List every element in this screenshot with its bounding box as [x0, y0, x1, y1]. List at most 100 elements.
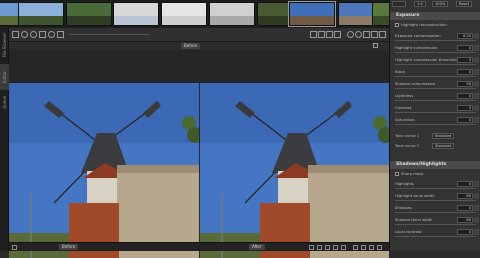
sh-local-contrast-row[interactable]: Local contrast 0 [392, 229, 479, 238]
channel-green-icon[interactable] [318, 31, 325, 38]
hc-threshold-slider[interactable] [395, 64, 476, 65]
channel-luminance-icon[interactable] [334, 31, 341, 38]
sharp-mask-checkbox[interactable] [395, 172, 399, 176]
sh-local-contrast-value[interactable]: 0 [457, 229, 473, 235]
exposure-section-header[interactable]: Exposure [390, 12, 480, 20]
contrast-spin[interactable] [474, 105, 479, 111]
sh-highlight-width-value[interactable]: 80 [457, 193, 473, 199]
before-mode-pill[interactable]: Before [181, 43, 201, 49]
highlight-reconstruction-row[interactable]: Highlight reconstruction [392, 22, 479, 31]
hc-threshold-value[interactable]: 0 [457, 57, 473, 63]
close-compare-icon[interactable] [373, 43, 378, 48]
tone-curve-2-row[interactable]: Tone curve 2 Standard [392, 143, 479, 152]
zoom-in-icon[interactable] [325, 245, 330, 250]
hc-threshold-spin[interactable] [474, 57, 479, 63]
rotate-left-icon[interactable] [347, 31, 354, 38]
sh-shadow-width-spin[interactable] [474, 217, 479, 223]
sh-shadows-row[interactable]: Shadows 0 [392, 205, 479, 214]
undo-icon[interactable] [371, 31, 378, 38]
sh-local-contrast-slider[interactable] [395, 236, 476, 237]
lightness-value[interactable]: 0 [457, 93, 473, 99]
film-thumbnail[interactable] [161, 2, 207, 26]
saturation-spin[interactable] [474, 117, 479, 123]
color-picker-icon[interactable] [30, 31, 37, 38]
sh-shadow-width-row[interactable]: Shadow tonal width 80 [392, 217, 479, 226]
histogram-toggle-icon[interactable] [12, 245, 17, 250]
tone-curve-1-mode[interactable]: Standard [432, 133, 455, 139]
hand-tool-icon[interactable] [12, 31, 19, 38]
reset-button[interactable]: Reset [456, 1, 473, 7]
sh-local-contrast-spin[interactable] [474, 229, 479, 235]
new-detail-window-icon[interactable] [341, 245, 346, 250]
black-value[interactable]: 0 [457, 69, 473, 75]
sh-highlights-spin[interactable] [474, 181, 479, 187]
contrast-value[interactable]: 0 [457, 105, 473, 111]
sh-highlight-width-row[interactable]: Highlight tonal width 80 [392, 193, 479, 202]
sh-highlights-row[interactable]: Highlights 0 [392, 181, 479, 190]
highlight-compression-spin[interactable] [474, 45, 479, 51]
flip-icon[interactable] [363, 31, 370, 38]
exposure-value[interactable]: 0.00 [457, 33, 473, 39]
sh-shadows-value[interactable]: 0 [457, 205, 473, 211]
zoom-selector[interactable]: 100% [432, 1, 449, 7]
shadow-compression-row[interactable]: Shadow compression 50 [392, 81, 479, 90]
preview-icon[interactable] [57, 31, 64, 38]
sh-highlights-value[interactable]: 0 [457, 181, 473, 187]
black-slider[interactable] [395, 76, 476, 77]
tone-curve-2-mode[interactable]: Standard [432, 143, 455, 149]
tab-file-browser[interactable]: File Browser [0, 28, 9, 62]
straighten-icon[interactable] [48, 31, 55, 38]
external-editor-icon[interactable] [369, 245, 374, 250]
sh-shadow-width-value[interactable]: 80 [457, 217, 473, 223]
sh-highlights-slider[interactable] [395, 188, 476, 189]
highlight-compression-row[interactable]: Highlight compression 0 [392, 45, 479, 54]
tone-curve-1-row[interactable]: Tone curve 1 Standard [392, 133, 479, 142]
lightness-slider[interactable] [395, 100, 476, 101]
highlight-compression-value[interactable]: 0 [457, 45, 473, 51]
shadow-compression-slider[interactable] [395, 88, 476, 89]
sh-highlight-width-slider[interactable] [395, 200, 476, 201]
film-thumbnail[interactable] [18, 2, 64, 26]
fullscreen-icon[interactable] [377, 245, 382, 250]
sh-shadows-spin[interactable] [474, 205, 479, 211]
black-row[interactable]: Black 0 [392, 69, 479, 78]
channel-red-icon[interactable] [310, 31, 317, 38]
panel-tab-button[interactable] [392, 1, 406, 7]
crop-icon[interactable] [39, 31, 46, 38]
film-thumbnail[interactable] [209, 2, 255, 26]
rotate-right-icon[interactable] [355, 31, 362, 38]
shadows-highlights-section-header[interactable]: Shadows/Highlights [390, 161, 480, 169]
queue-image-icon[interactable] [361, 245, 366, 250]
film-thumbnail-selected[interactable] [288, 1, 336, 27]
zoom-out-icon[interactable] [317, 245, 322, 250]
film-thumbnail[interactable] [113, 2, 159, 26]
lightness-spin[interactable] [474, 93, 479, 99]
saturation-slider[interactable] [395, 124, 476, 125]
exposure-spin[interactable] [474, 33, 479, 39]
redo-icon[interactable] [379, 31, 386, 38]
tab-editor[interactable]: Editor [0, 64, 9, 90]
channel-blue-icon[interactable] [326, 31, 333, 38]
sh-shadows-slider[interactable] [395, 212, 476, 213]
film-thumbnail[interactable] [66, 2, 112, 26]
white-balance-icon[interactable] [21, 31, 28, 38]
black-spin[interactable] [474, 69, 479, 75]
saturation-row[interactable]: Saturation 0 [392, 117, 479, 126]
save-image-icon[interactable] [353, 245, 358, 250]
zoom-fit-icon[interactable] [309, 245, 314, 250]
sh-highlight-width-spin[interactable] [474, 193, 479, 199]
tab-queue[interactable]: Queue [0, 92, 9, 112]
hc-threshold-row[interactable]: Highlight compression threshold 0 [392, 57, 479, 66]
zoom-100-icon[interactable] [333, 245, 338, 250]
sh-shadow-width-slider[interactable] [395, 224, 476, 225]
sharp-mask-row[interactable]: Sharp mask [392, 171, 479, 180]
contrast-row[interactable]: Contrast 0 [392, 105, 479, 114]
contrast-slider[interactable] [395, 112, 476, 113]
highlight-reconstruction-checkbox[interactable] [395, 23, 399, 27]
exposure-row[interactable]: Exposure compensation 0.00 [392, 33, 479, 42]
lightness-row[interactable]: Lightness 0 [392, 93, 479, 102]
shadow-compression-value[interactable]: 50 [457, 81, 473, 87]
exposure-slider[interactable] [395, 40, 476, 41]
highlight-compression-slider[interactable] [395, 52, 476, 53]
saturation-value[interactable]: 0 [457, 117, 473, 123]
